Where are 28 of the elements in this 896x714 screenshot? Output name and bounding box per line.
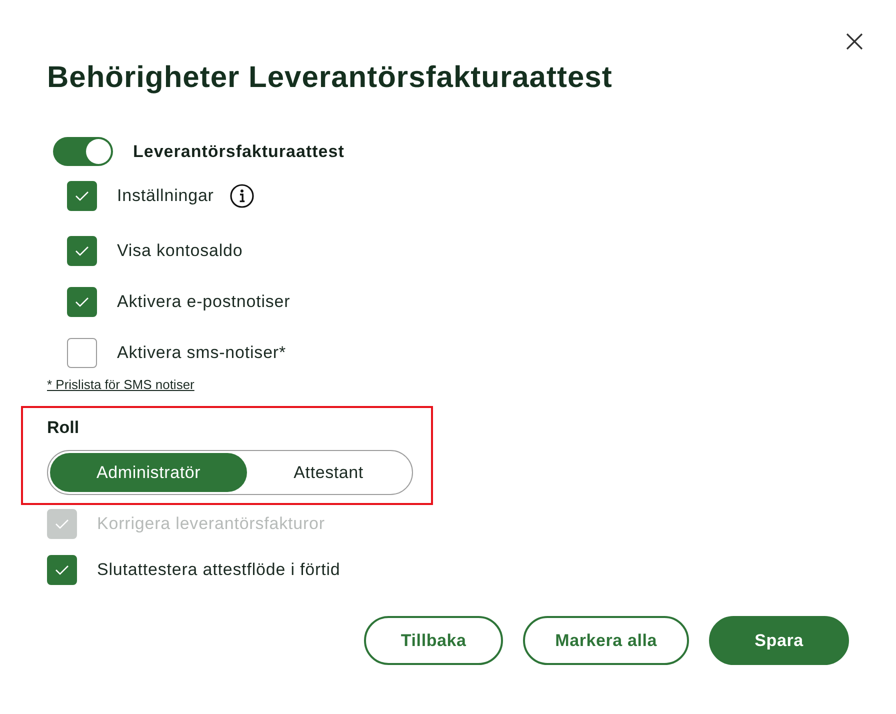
toggle-label: Leverantörsfakturaattest bbox=[133, 142, 344, 162]
save-button[interactable]: Spara bbox=[709, 616, 849, 665]
role-option[interactable]: Administratör bbox=[50, 453, 248, 492]
checkbox-label: Slutattestera attestflöde i förtid bbox=[97, 560, 340, 580]
action-button[interactable]: Tillbaka bbox=[364, 616, 504, 665]
dialog-title: Behörigheter Leverantörsfakturaattest bbox=[47, 61, 612, 95]
checkbox[interactable] bbox=[67, 181, 97, 211]
checkbox[interactable] bbox=[67, 287, 97, 317]
checkbox[interactable] bbox=[47, 555, 77, 585]
action-button[interactable]: Markera alla bbox=[523, 616, 689, 665]
checkbox[interactable] bbox=[67, 236, 97, 266]
role-option[interactable]: Attestant bbox=[247, 453, 410, 492]
checkbox-label: Aktivera e-postnotiser bbox=[117, 292, 290, 312]
role-label: Roll bbox=[47, 418, 80, 438]
checkbox-label: Visa kontosaldo bbox=[117, 241, 243, 261]
price-list-link[interactable]: * Prislista för SMS notiser bbox=[47, 377, 194, 392]
checkbox-label: Aktivera sms-notiser* bbox=[117, 343, 286, 363]
check-icon bbox=[75, 246, 89, 256]
toggle-switch[interactable] bbox=[53, 137, 113, 166]
check-icon bbox=[75, 297, 89, 307]
check-icon bbox=[55, 565, 69, 575]
info-icon[interactable] bbox=[230, 184, 254, 208]
close-icon[interactable] bbox=[846, 33, 863, 50]
checkbox-label: Korrigera leverantörsfakturor bbox=[97, 514, 325, 534]
checkbox[interactable] bbox=[67, 338, 97, 368]
check-icon bbox=[55, 519, 69, 529]
checkbox-label: Inställningar bbox=[117, 186, 214, 206]
check-icon bbox=[75, 191, 89, 201]
